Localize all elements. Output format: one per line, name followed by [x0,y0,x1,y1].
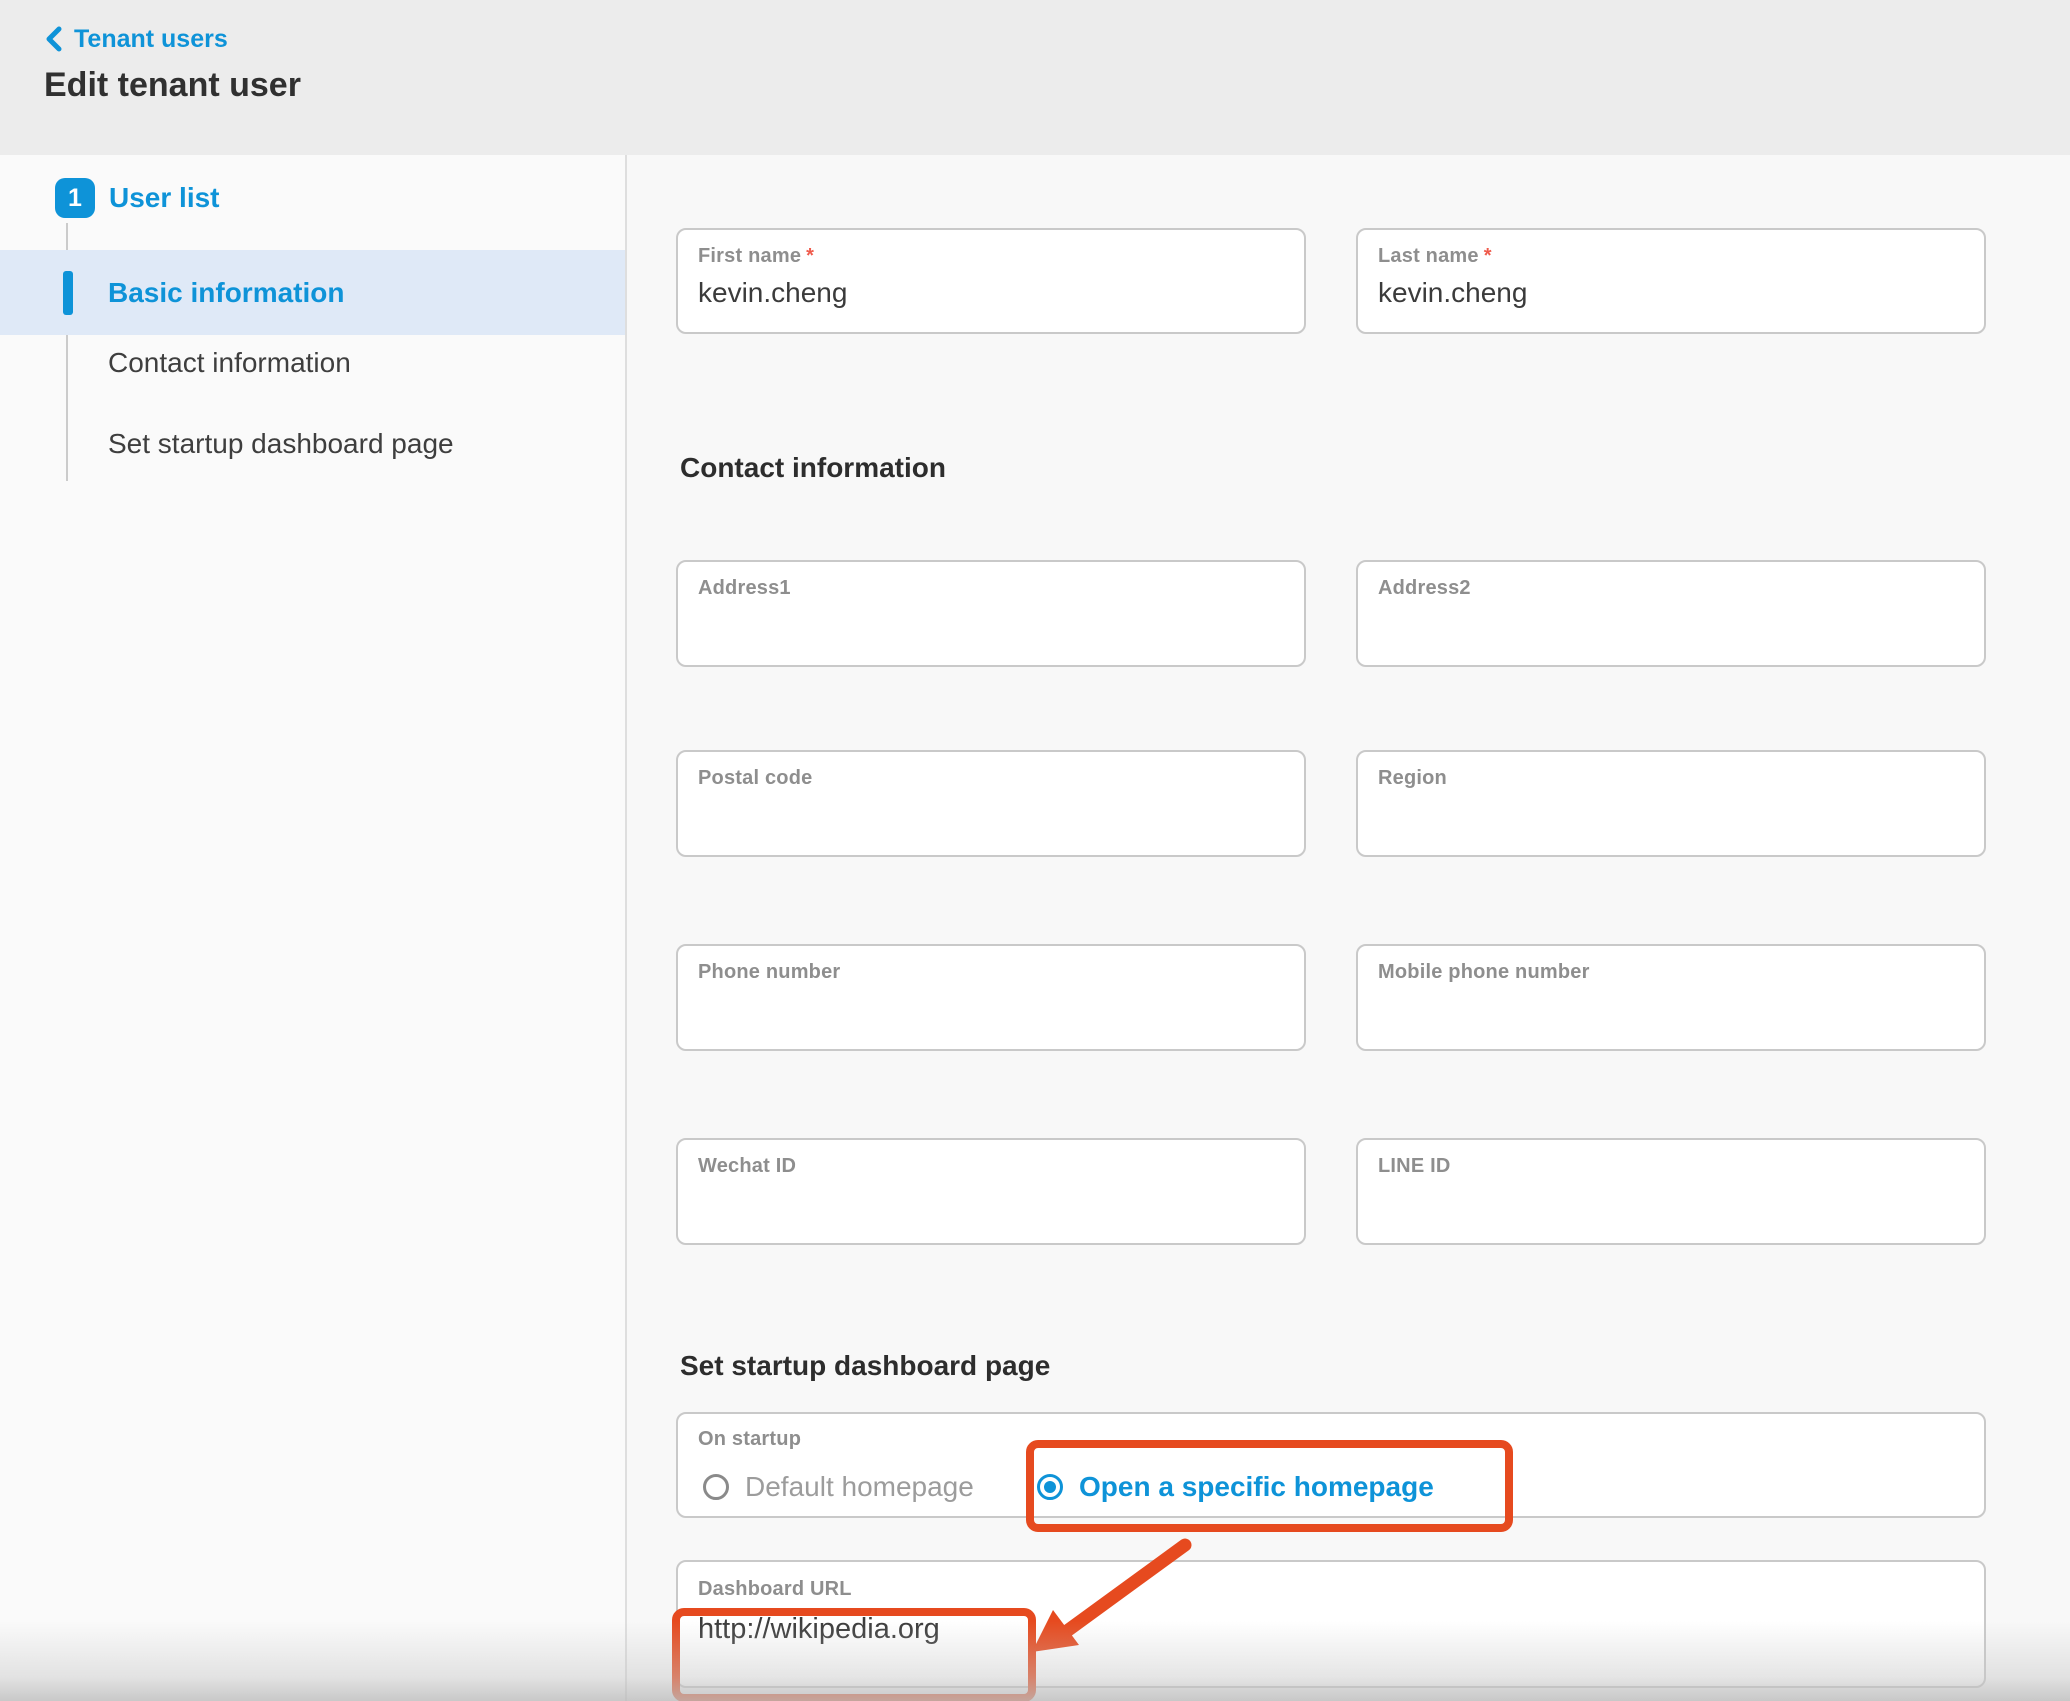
page-header: Tenant users Edit tenant user [0,0,2070,155]
wechat-id-field: Wechat ID [676,1138,1306,1245]
annotation-box-homepage-option [1026,1440,1513,1532]
radio-unselected-icon [703,1474,729,1500]
form-content: First name* Last name* Contact informati… [629,155,2070,1701]
sidebar-item-contact-information[interactable]: Contact information [108,343,351,383]
phone-number-field: Phone number [676,944,1306,1051]
required-asterisk: * [1484,245,1492,267]
mobile-phone-number-input[interactable] [1378,993,1964,1025]
address2-field: Address2 [1356,560,1986,667]
line-id-field: LINE ID [1356,1138,1986,1245]
wechat-id-label: Wechat ID [698,1155,1284,1178]
step-number-badge: 1 [55,178,95,218]
region-field: Region [1356,750,1986,857]
required-asterisk: * [806,245,814,267]
phone-number-label: Phone number [698,961,1284,984]
mobile-phone-number-field: Mobile phone number [1356,944,1986,1051]
dashboard-url-label: Dashboard URL [698,1578,1964,1601]
last-name-field: Last name* [1356,228,1986,334]
first-name-field: First name* [676,228,1306,334]
mobile-phone-number-label: Mobile phone number [1378,961,1964,984]
contact-information-heading: Contact information [680,452,946,484]
phone-number-input[interactable] [698,993,1284,1025]
radio-option-default-homepage[interactable]: Default homepage [703,1467,974,1507]
line-id-label: LINE ID [1378,1155,1964,1178]
region-input[interactable] [1378,799,1964,831]
back-link-tenant-users[interactable]: Tenant users [44,24,228,54]
address1-label: Address1 [698,577,1284,600]
region-label: Region [1378,767,1964,790]
sidebar-item-user-list[interactable]: 1 User list [55,178,220,218]
chevron-left-icon [44,24,64,54]
last-name-input[interactable] [1378,277,1964,309]
postal-code-input[interactable] [698,799,1284,831]
postal-code-field: Postal code [676,750,1306,857]
wechat-id-input[interactable] [698,1187,1284,1219]
line-id-input[interactable] [1378,1187,1964,1219]
sidebar-item-label: Basic information [108,250,344,335]
sidebar-item-set-startup-dashboard-page[interactable]: Set startup dashboard page [108,424,454,464]
sidebar: 1 User list Basic information Contact in… [0,155,627,1701]
address2-label: Address2 [1378,577,1964,600]
first-name-input[interactable] [698,277,1284,309]
last-name-label: Last name* [1378,245,1964,268]
page-title: Edit tenant user [44,66,301,105]
address1-input[interactable] [698,609,1284,641]
address1-field: Address1 [676,560,1306,667]
postal-code-label: Postal code [698,767,1284,790]
set-startup-dashboard-page-heading: Set startup dashboard page [680,1350,1050,1382]
annotation-arrow-icon [1009,1525,1229,1685]
annotation-box-dashboard-url [672,1608,1036,1701]
sidebar-item-basic-information[interactable]: Basic information [0,250,625,335]
back-link-label: Tenant users [74,25,228,54]
edit-tenant-user-page: Tenant users Edit tenant user 1 User lis… [0,0,2070,1701]
on-startup-label: On startup [698,1428,801,1451]
radio-option-label: Default homepage [745,1471,974,1503]
sidebar-item-label: User list [109,178,220,218]
address2-input[interactable] [1378,609,1964,641]
active-indicator-bar [63,271,73,315]
first-name-label: First name* [698,245,1284,268]
